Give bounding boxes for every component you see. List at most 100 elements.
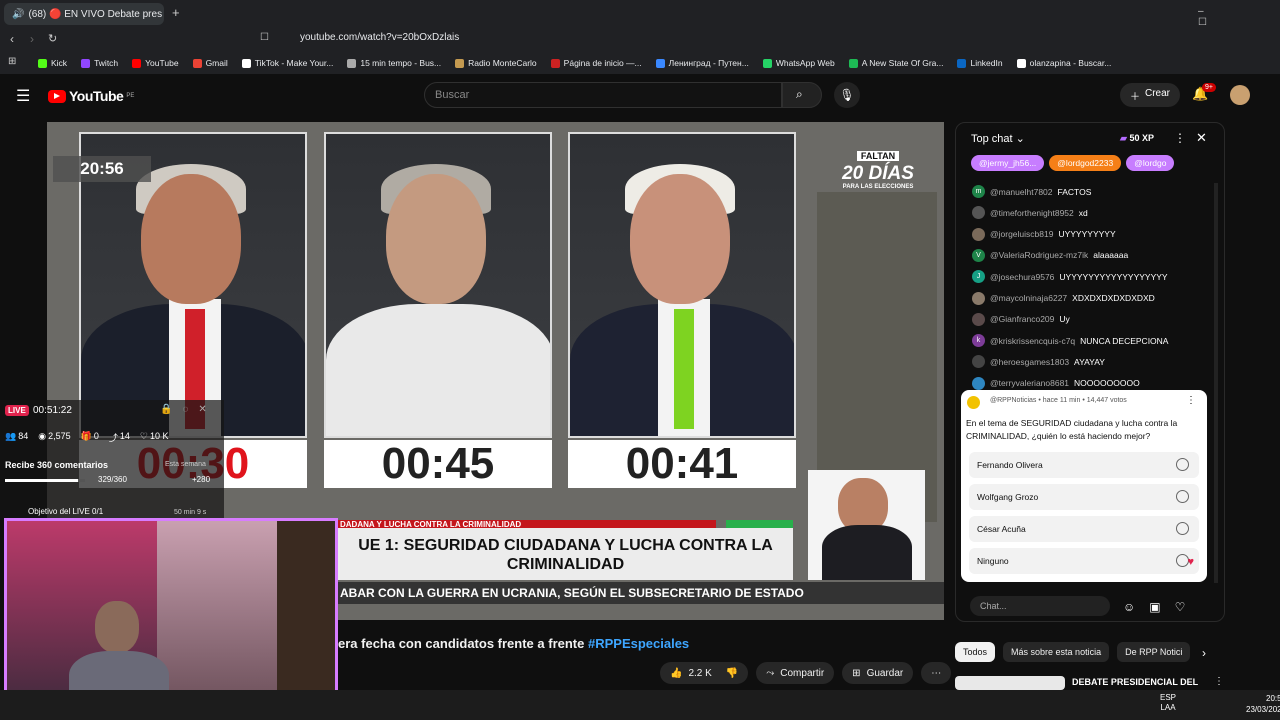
chat-input[interactable]: Chat...	[970, 596, 1110, 616]
video-title-text: era fecha con candidatos frente a frente	[338, 636, 585, 651]
poll-meta-text: • hace 11 min • 14,447 votos	[1038, 397, 1127, 404]
chat-message[interactable]: @maycolninaja6227 XDXDXDXDXDXDXD	[972, 291, 1155, 305]
forward-icon[interactable]: ›	[30, 32, 34, 46]
chat-message[interactable]: @terryvaleriano8681 NOOOOOOOOO	[972, 376, 1140, 390]
bookmark-item[interactable]: LinkedIn	[957, 58, 1003, 68]
share-icon: ⤴	[108, 433, 118, 443]
chip-mas-noticia[interactable]: Más sobre esta noticia	[1003, 642, 1110, 662]
new-tab-button[interactable]: +	[172, 5, 180, 20]
chat-input-actions[interactable]: ☺▣♡	[1123, 600, 1199, 614]
related-more-icon[interactable]: ⋮	[1214, 676, 1224, 687]
related-title[interactable]: DEBATE PRESIDENCIAL DEL	[1072, 677, 1198, 687]
candidate-cam-2	[324, 132, 552, 438]
apps-icon[interactable]: ⊞	[8, 56, 16, 67]
related-thumbnail[interactable]	[955, 676, 1065, 690]
save-button[interactable]: ⊞ Guardar	[842, 662, 914, 684]
chat-message[interactable]: J @josechura9576 UYYYYYYYYYYYYYYYYYY	[972, 270, 1168, 284]
bookmark-item[interactable]: Ленинград - Путен...	[655, 58, 749, 68]
back-icon[interactable]: ‹	[10, 32, 14, 46]
candidate-cam-3	[568, 132, 796, 438]
chat-mode-selector[interactable]: Top chat ⌄	[971, 132, 1025, 145]
create-button[interactable]: ＋ Crear	[1120, 83, 1181, 107]
chat-username[interactable]: @ValeriaRodriguez-mz7ik	[990, 250, 1088, 260]
share-button[interactable]: ⤳ Compartir	[756, 662, 835, 684]
system-clock[interactable]: 20:57 23/03/2026	[1246, 693, 1280, 715]
bookmark-item[interactable]: Kick	[38, 58, 67, 68]
chip-todos[interactable]: Todos	[955, 642, 996, 662]
bookmark-item[interactable]: TikTok - Make Your...	[241, 58, 333, 68]
poll-more-icon[interactable]: ⋮	[1186, 395, 1196, 406]
chat-scrollbar[interactable]	[1214, 183, 1218, 583]
chat-username[interactable]: @timeforthenight8952	[990, 208, 1074, 218]
more-icon: ⋯	[931, 667, 942, 679]
language-indicator[interactable]: ESP LAA	[1160, 693, 1176, 713]
search-input[interactable]: Buscar	[424, 82, 782, 108]
bookmark-item[interactable]: Página de inicio —...	[550, 58, 642, 68]
more-button[interactable]: ⋯	[921, 662, 952, 684]
search-button[interactable]: ⌕	[782, 82, 822, 108]
chat-username[interactable]: @kriskrissencquis-c7q	[990, 336, 1075, 346]
bookmark-favicon-icon	[550, 58, 560, 68]
bookmark-icon[interactable]: ☐	[260, 32, 269, 43]
countdown-badge: FALTAN 20 DÍAS PARA LAS ELECCIONES	[835, 146, 921, 202]
video-hashtag[interactable]: #RPPEspeciales	[588, 636, 689, 651]
chat-close-icon[interactable]: ✕	[1196, 130, 1207, 146]
bookmark-item[interactable]: Twitch	[81, 58, 118, 68]
chat-message[interactable]: @Gianfranco209 Uy	[972, 312, 1070, 326]
bookmark-item[interactable]: Radio MonteCarlo	[455, 58, 537, 68]
url-text[interactable]: youtube.com/watch?v=20bOxDzlais	[300, 32, 459, 43]
chat-message[interactable]: V @ValeriaRodriguez-mz7ik alaaaaaa	[972, 248, 1128, 262]
clock-date: 23/03/2026	[1246, 705, 1280, 714]
thumbs-down-icon[interactable]: 👎	[726, 668, 738, 679]
chevron-right-icon[interactable]: ›	[1202, 646, 1206, 660]
bookmark-item[interactable]: YouTube	[132, 58, 179, 68]
pinned-user-2[interactable]: @lordgod2233	[1049, 155, 1122, 171]
viewers-icon: 👥	[5, 431, 17, 441]
bookmark-label: Página de inicio —...	[563, 58, 642, 68]
overlay-controls[interactable]: 🔒◌✕	[160, 404, 217, 415]
chat-username[interactable]: @maycolninaja6227	[990, 293, 1067, 303]
bookmark-item[interactable]: WhatsApp Web	[762, 58, 835, 68]
chat-avatar	[972, 355, 985, 369]
poll-option-3[interactable]: César Acuña	[969, 516, 1199, 542]
chat-username[interactable]: @heroesgames1803	[990, 357, 1069, 367]
views-icon: ◉	[38, 431, 47, 441]
chat-username[interactable]: @terryvaleriano8681	[990, 378, 1069, 388]
chat-username[interactable]: @josechura9576	[990, 272, 1054, 282]
chip-rpp[interactable]: De RPP Notici	[1117, 642, 1191, 662]
chat-message[interactable]: @timeforthenight8952 xd	[972, 206, 1088, 220]
chat-more-icon[interactable]: ⋮	[1174, 131, 1186, 145]
chat-text: UYYYYYYYYY	[1058, 229, 1116, 240]
chat-username[interactable]: @jorgeluiscb819	[990, 229, 1053, 239]
chat-username[interactable]: @Gianfranco209	[990, 314, 1054, 324]
pinned-user-3[interactable]: @lordgo	[1126, 155, 1175, 171]
poll-option-1[interactable]: Fernando Olivera	[969, 452, 1199, 478]
youtube-logo[interactable]: YouTube PE	[48, 88, 134, 104]
poll-card: @RPPNoticias • hace 11 min • 14,447 voto…	[961, 390, 1207, 582]
chat-username[interactable]: @manuelht7802	[990, 187, 1053, 197]
bookmark-label: olanzapina - Buscar...	[1029, 58, 1112, 68]
radio-icon	[1176, 490, 1189, 503]
like-button[interactable]: 👍 2.2 K 👎	[660, 662, 749, 684]
avatar[interactable]	[1230, 85, 1250, 105]
chat-message[interactable]: m @manuelht7802 FACTOS	[972, 185, 1091, 198]
overlay-stats: 👥 84 ◉ 2,575 🎁 0 ⤴ 14 ♡ 10 K	[5, 431, 168, 444]
dias-label: 20 DÍAS	[842, 163, 914, 184]
bookmark-item[interactable]: A New State Of Gra...	[848, 58, 943, 68]
chat-message[interactable]: k @kriskrissencquis-c7q NUNCA DECEPCIONA	[972, 334, 1168, 348]
reload-icon[interactable]: ↻	[48, 32, 57, 45]
radio-icon	[1176, 522, 1189, 535]
chat-avatar	[972, 376, 985, 390]
poll-option-2[interactable]: Wolfgang Grozo	[969, 484, 1199, 510]
bookmark-item[interactable]: 15 min tempo - Bus...	[347, 58, 441, 68]
microphone-icon[interactable]: 🎙	[834, 82, 860, 108]
chat-message[interactable]: @jorgeluiscb819 UYYYYYYYYY	[972, 227, 1116, 241]
bookmark-item[interactable]: Gmail	[192, 58, 228, 68]
pinned-user-1[interactable]: @jermy_jh56...	[971, 155, 1045, 171]
menu-icon[interactable]: ☰	[16, 86, 30, 106]
likes-count: 10 K	[149, 431, 169, 441]
bookmark-item[interactable]: olanzapina - Buscar...	[1016, 58, 1112, 68]
browser-tab[interactable]: 🔊 (68) 🔴 EN VIVO Debate pres ✕	[4, 3, 164, 25]
poll-option-4[interactable]: Ninguno ♥	[969, 548, 1199, 574]
chat-message[interactable]: @heroesgames1803 AYAYAY	[972, 355, 1105, 369]
